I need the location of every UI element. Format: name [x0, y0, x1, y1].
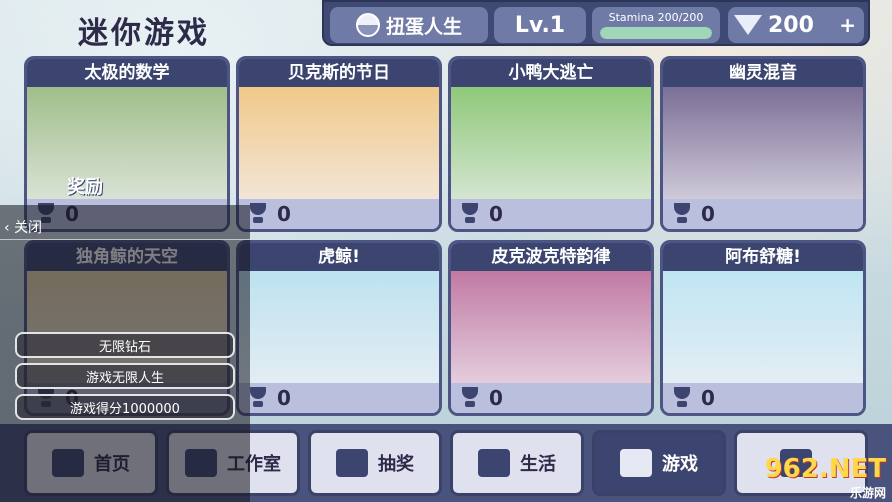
stamina-meter: Stamina 200/200 [592, 7, 720, 43]
minigame-title: 太极的数学 [27, 59, 227, 87]
reward-label: 奖励 [67, 177, 103, 198]
trophy-icon [459, 203, 481, 225]
score-value: 0 [489, 386, 503, 410]
divider [0, 239, 250, 240]
close-button[interactable]: ‹ 关闭 [4, 217, 42, 237]
cheat-option[interactable]: 游戏得分1000000 [15, 394, 235, 420]
minigame-artwork: 奖励 [27, 87, 227, 202]
minigame-card[interactable]: 阿布舒糖! 0 [660, 240, 866, 416]
nav-label: 生活 [520, 454, 556, 475]
minigame-score: 0 [663, 199, 863, 229]
minigame-card[interactable]: 幽灵混音 0 [660, 56, 866, 232]
trophy-icon [459, 387, 481, 409]
minigame-artwork [663, 87, 863, 202]
watermark-logo: 962.NET [764, 454, 886, 484]
gacha-life-button[interactable]: 扭蛋人生 [330, 7, 488, 43]
minigame-score: 0 [239, 383, 439, 413]
add-gems-icon[interactable]: + [839, 13, 856, 37]
minigame-score: 0 [451, 199, 651, 229]
close-label: 关闭 [14, 220, 43, 236]
trophy-icon [671, 203, 693, 225]
nav-button[interactable]: 游戏 [592, 430, 726, 496]
minigame-score: 0 [663, 383, 863, 413]
cheat-option[interactable]: 游戏无限人生 [15, 363, 235, 389]
minigame-artwork [663, 271, 863, 386]
score-value: 0 [277, 386, 291, 410]
gems-value: 200 [768, 12, 814, 38]
gacha-life-label: 扭蛋人生 [385, 15, 462, 38]
minigame-artwork [239, 271, 439, 386]
chevron-left-icon: ‹ [4, 220, 15, 236]
score-value: 0 [701, 202, 715, 226]
nav-label: 抽奖 [378, 454, 414, 475]
cheat-option[interactable]: 无限钻石 [15, 332, 235, 358]
nav-button[interactable]: 抽奖 [308, 430, 442, 496]
site-watermark: 962.NET 乐游网 [756, 454, 886, 500]
minigame-title: 贝克斯的节日 [239, 59, 439, 87]
page-title: 迷你游戏 [78, 16, 210, 51]
minigame-artwork [239, 87, 439, 202]
gacha-icon [336, 449, 368, 477]
gacha-capsule-icon [355, 13, 380, 37]
minigame-title: 小鸭大逃亡 [451, 59, 651, 87]
stamina-bar [600, 27, 712, 39]
gamepad-icon [620, 449, 652, 477]
minigame-card[interactable]: 皮克波克特韵律 0 [448, 240, 654, 416]
score-value: 0 [489, 202, 503, 226]
minigame-title: 虎鲸! [239, 243, 439, 271]
minigame-score: 0 [451, 383, 651, 413]
gems-counter[interactable]: 200 + [728, 7, 864, 43]
trophy-icon [247, 203, 269, 225]
minigame-score: 0 [239, 199, 439, 229]
level-badge: Lv.1 [494, 7, 586, 43]
tree-icon [478, 449, 510, 477]
nav-button[interactable]: 生活 [450, 430, 584, 496]
trophy-icon [671, 387, 693, 409]
top-status-bar: 扭蛋人生 Lv.1 Stamina 200/200 200 + [322, 0, 870, 46]
minigame-artwork [451, 271, 651, 386]
diamond-icon [734, 15, 762, 35]
minigame-title: 皮克波克特韵律 [451, 243, 651, 271]
stamina-fill [600, 27, 712, 39]
minigame-card[interactable]: 贝克斯的节日 0 [236, 56, 442, 232]
trophy-icon [247, 387, 269, 409]
nav-label: 游戏 [662, 454, 698, 475]
minigame-card[interactable]: 小鸭大逃亡 0 [448, 56, 654, 232]
minigame-title: 阿布舒糖! [663, 243, 863, 271]
score-value: 0 [277, 202, 291, 226]
minigame-title: 幽灵混音 [663, 59, 863, 87]
cheat-overlay-panel: ‹ 关闭 无限钻石 游戏无限人生 游戏得分1000000 [0, 205, 250, 502]
minigame-artwork [451, 87, 651, 202]
score-value: 0 [701, 386, 715, 410]
minigame-card[interactable]: 虎鲸! 0 [236, 240, 442, 416]
stamina-label: Stamina 200/200 [608, 11, 704, 24]
watermark-text: 乐游网 [849, 486, 886, 500]
